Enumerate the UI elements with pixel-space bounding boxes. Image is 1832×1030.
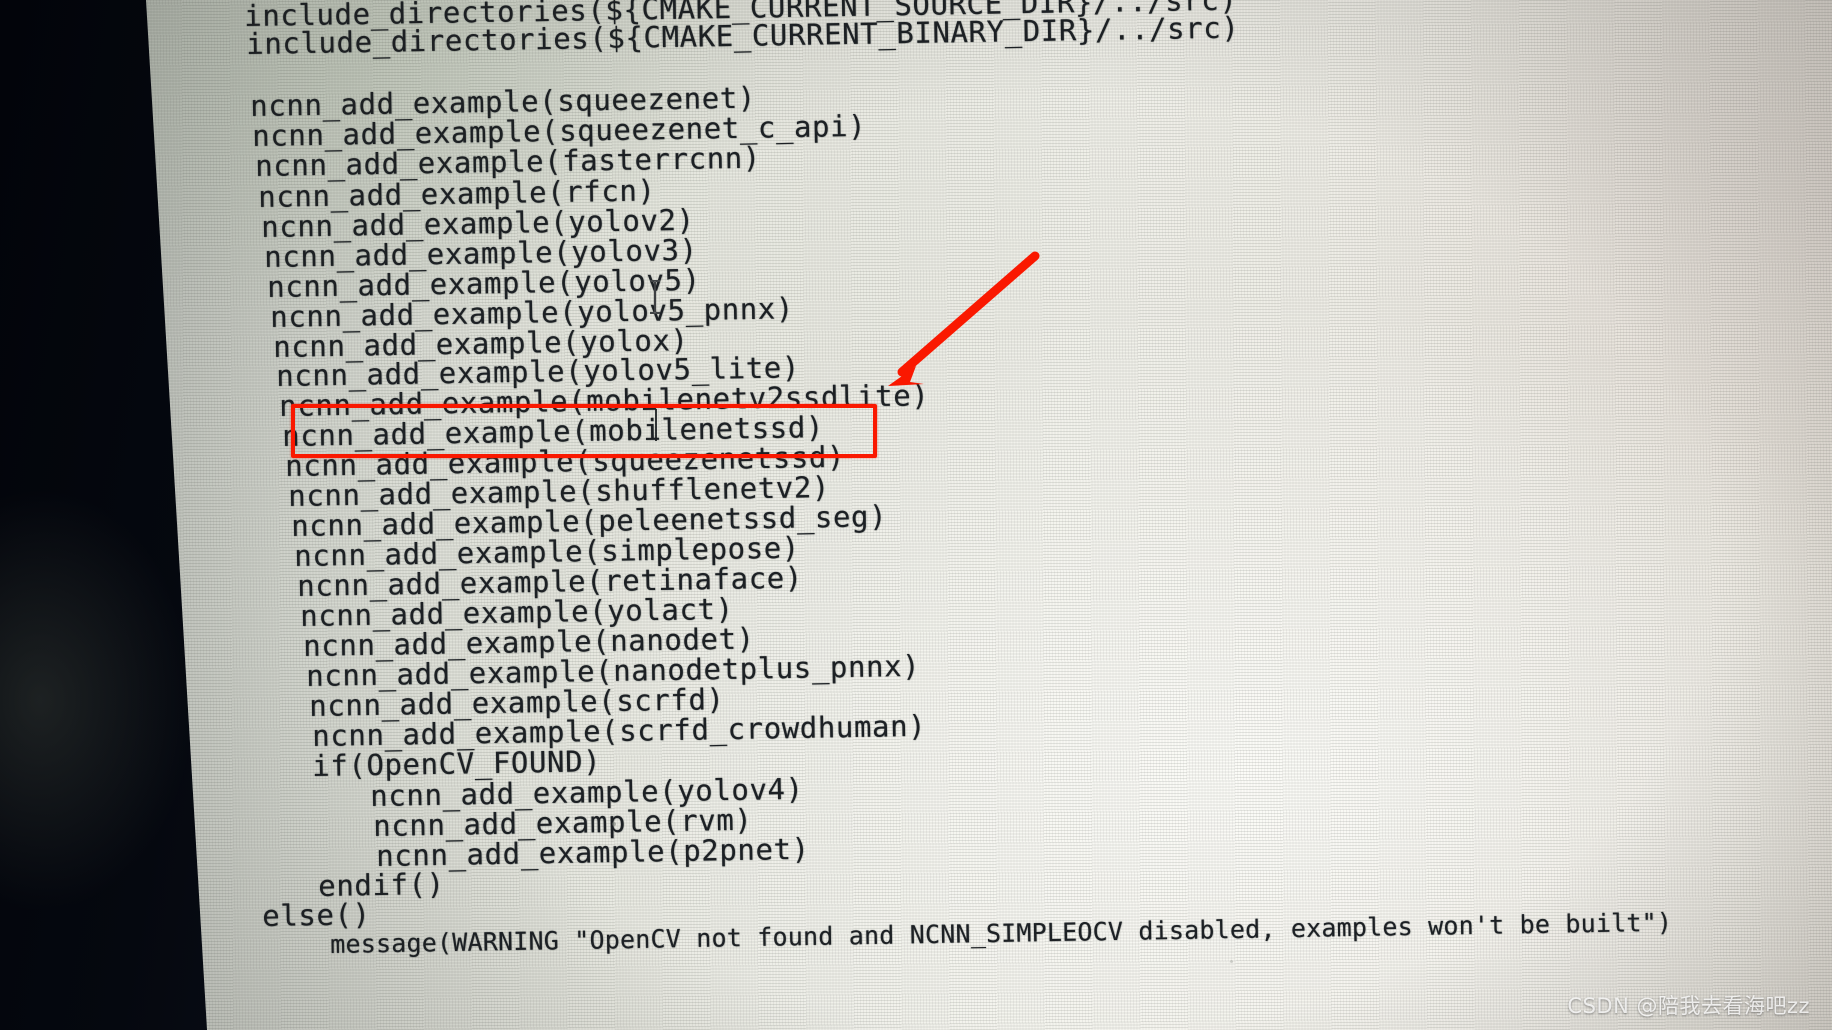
code-line[interactable]: ncnn_add_example(p2pnet) (376, 832, 810, 873)
dust-speck (1230, 960, 1233, 963)
screenshot-root: include_directories(${CMAKE_CURRENT_SOUR… (0, 0, 1832, 1030)
code-line[interactable]: else() (262, 897, 371, 933)
pointer-arrow-icon (888, 251, 1040, 386)
highlight-box-yolov5-lite (291, 404, 877, 458)
code-line[interactable]: endif() (318, 867, 445, 903)
csdn-watermark: CSDN @陪我去看海吧zz (1567, 994, 1810, 1018)
dust-speck (612, 822, 616, 826)
editor-caret (655, 409, 657, 441)
text-cursor-icon (650, 280, 660, 314)
